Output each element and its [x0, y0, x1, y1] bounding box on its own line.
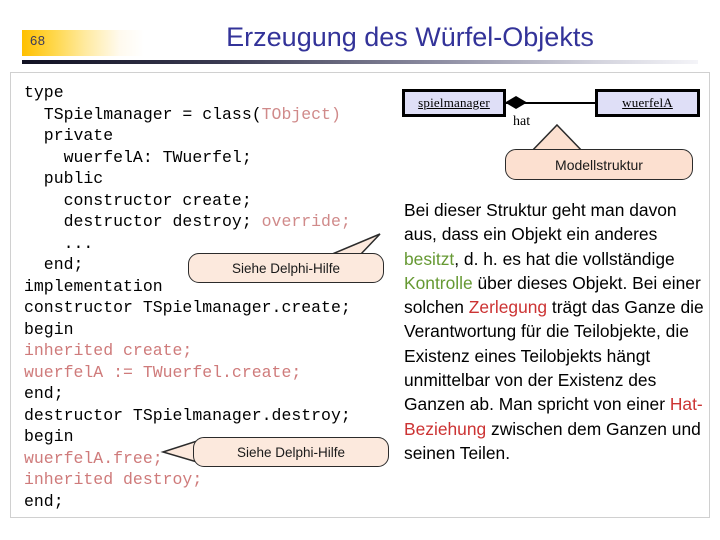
explanation-paragraph: Bei dieser Struktur geht man davon aus, … [404, 200, 704, 463]
prose-highlight: Hat-Beziehung [404, 394, 703, 439]
modellstruktur-callout-label: Modellstruktur [555, 156, 643, 173]
code-line: TSpielmanager = class(TObject) [24, 104, 341, 124]
code-line: wuerfelA: TWuerfel; [24, 147, 252, 167]
diagram-object-spielmanager[interactable]: spielmanager [402, 89, 506, 117]
page-number: 68 [30, 33, 46, 48]
diagram-object-wuerfela-label: wuerfelA [622, 95, 673, 110]
composition-diamond-icon [505, 96, 527, 109]
diagram-object-spielmanager-label: spielmanager [418, 95, 490, 110]
delphi-help-callout-1-label: Siehe Delphi-Hilfe [231, 260, 341, 276]
code-line: type [24, 83, 64, 102]
code-line: constructor TSpielmanager.create; [24, 298, 351, 317]
page-title: Erzeugung des Würfel-Objekts [226, 22, 594, 52]
code-token-highlight: inherited destroy; [24, 470, 203, 489]
diagram-object-wuerfela[interactable]: wuerfelA [595, 89, 700, 117]
modellstruktur-callout: Modellstruktur [505, 149, 693, 180]
code-line: wuerfelA := TWuerfel.create; [24, 362, 394, 384]
code-line: destructor TSpielmanager.destroy; [24, 405, 351, 425]
code-token-highlight: TObject) [261, 104, 341, 124]
prose-highlight: Zerlegung [468, 297, 548, 318]
code-token-highlight: wuerfelA := TWuerfel.create; [24, 362, 302, 382]
delphi-help-callout-2: Siehe Delphi-Hilfe [193, 437, 389, 467]
code-line: constructor create; [24, 190, 252, 210]
header-divider-rule [22, 60, 698, 64]
prose-highlight: Kontrolle [404, 272, 473, 293]
delphi-help-callout-2-label: Siehe Delphi-Hilfe [236, 444, 346, 460]
code-line: inherited destroy; [24, 469, 394, 491]
code-line: inherited create; [24, 340, 394, 362]
slide-header: 68 Erzeugung des Würfel-Objekts [0, 0, 720, 70]
code-line: begin [24, 319, 74, 339]
code-line: public [24, 169, 104, 188]
code-token-highlight: override; [261, 212, 351, 231]
delphi-help-callout-1: Siehe Delphi-Hilfe [188, 253, 384, 283]
code-line: end; [24, 384, 64, 403]
code-token-highlight: inherited create; [24, 341, 193, 360]
code-line: end; [24, 491, 64, 511]
prose-highlight: besitzt [404, 248, 455, 269]
code-line: private [24, 126, 114, 145]
code-line: destructor destroy; override; [24, 212, 351, 231]
code-token-highlight: wuerfelA.free; [24, 448, 163, 468]
